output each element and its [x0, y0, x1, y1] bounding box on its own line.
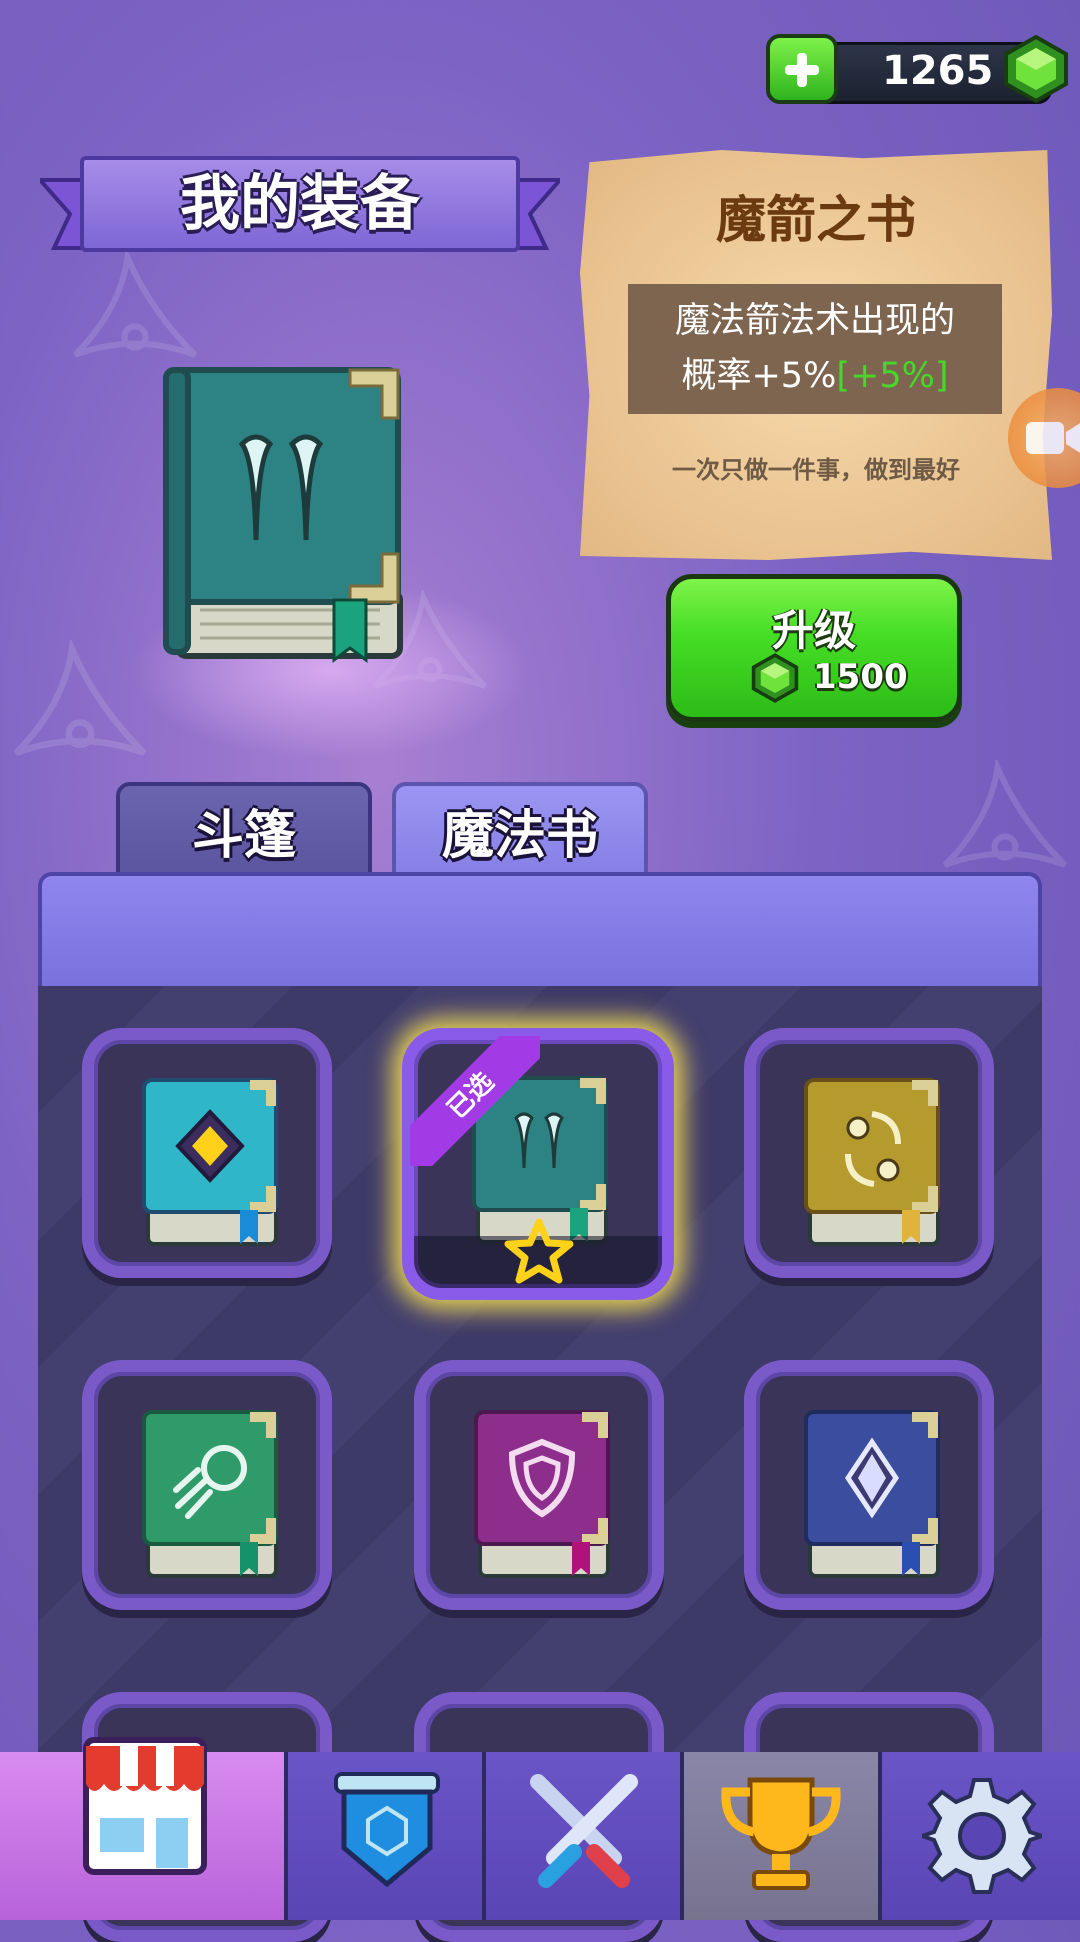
- comet-book-icon: [142, 1410, 278, 1578]
- upgrade-button[interactable]: 升级 1500: [666, 574, 962, 722]
- gem-icon: [1004, 34, 1068, 104]
- nav-battle[interactable]: [482, 1752, 680, 1920]
- item-description-box: 魔法箭法术出现的 概率+5%[+5%]: [628, 284, 1002, 414]
- upgrade-label: 升级: [771, 606, 856, 655]
- selected-label: 已选: [410, 1036, 540, 1166]
- item-name: 魔箭之书: [716, 191, 916, 249]
- page-title: 我的装备: [180, 169, 420, 239]
- inventory-slot-crystal-book[interactable]: [744, 1360, 994, 1610]
- tab-spellbook[interactable]: 魔法书: [392, 782, 648, 878]
- nav-shop[interactable]: [0, 1737, 284, 1920]
- nav-ranking[interactable]: [680, 1752, 878, 1920]
- title-banner: 我的装备: [40, 150, 560, 280]
- shop-icon: [83, 1737, 207, 1875]
- bottom-nav: [0, 1737, 1080, 1920]
- swap-book-icon: [804, 1078, 940, 1246]
- item-motto: 一次只做一件事，做到最好: [672, 456, 960, 484]
- upgrade-cost: 1500: [813, 657, 908, 697]
- inventory-slot-magic-arrow-book[interactable]: 已选: [402, 1028, 674, 1300]
- inventory-panel: 已选: [38, 986, 1042, 1942]
- hat-decoration: [930, 756, 1080, 880]
- crossed-swords-icon: [530, 1774, 638, 1888]
- description-line-1: 魔法箭法术出现的: [674, 301, 955, 341]
- item-detail-card: 魔箭之书 魔法箭法术出现的 概率+5%[+5%] 一次只做一件事，做到最好: [580, 150, 1052, 560]
- inventory-slot-comet-book[interactable]: [82, 1360, 332, 1610]
- inventory-slot-swap-book[interactable]: [744, 1028, 994, 1278]
- crystal-book-icon: [804, 1410, 940, 1578]
- shield-book-icon: [474, 1410, 610, 1578]
- diamond-book-icon: [142, 1078, 278, 1246]
- add-gems-button[interactable]: [766, 34, 838, 104]
- description-line-2: 概率+5%: [681, 356, 837, 396]
- gear-icon: [922, 1778, 1042, 1894]
- magic-arrow-book-icon: [160, 360, 420, 680]
- video-camera-icon: [1026, 422, 1080, 454]
- gem-currency: 1265: [766, 34, 1074, 104]
- trophy-icon: [721, 1777, 841, 1890]
- item-description: 魔法箭法术出现的 概率+5%[+5%]: [628, 294, 1002, 404]
- gem-amount: 1265: [882, 48, 994, 94]
- banner-icon: [334, 1772, 440, 1888]
- selected-ribbon: 已选: [410, 1036, 540, 1166]
- inventory-panel-header: [38, 872, 1042, 992]
- star-icon: [504, 1218, 574, 1284]
- gem-icon: [751, 653, 799, 703]
- tab-cloak[interactable]: 斗篷: [116, 782, 372, 878]
- description-bonus: [+5%]: [836, 356, 949, 396]
- inventory-slot-diamond-book[interactable]: [82, 1028, 332, 1278]
- nav-settings[interactable]: [878, 1752, 1080, 1920]
- inventory-slot-shield-book[interactable]: [414, 1360, 664, 1610]
- nav-guild[interactable]: [284, 1752, 482, 1920]
